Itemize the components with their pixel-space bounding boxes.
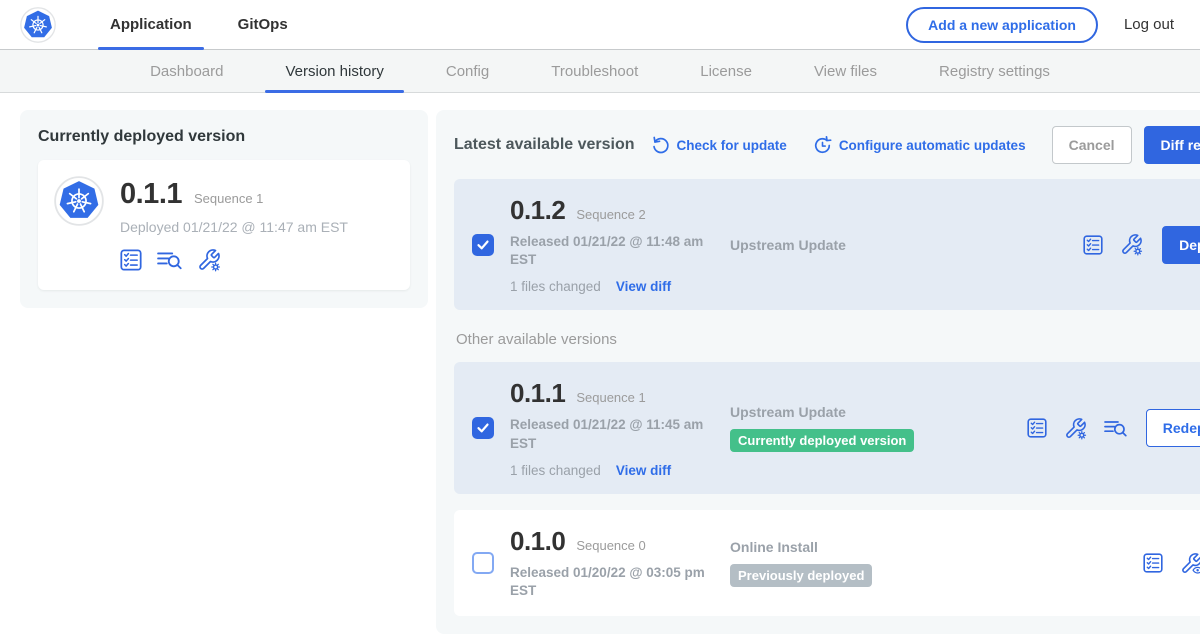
view-diff-link[interactable]: View diff bbox=[616, 279, 671, 294]
tab-troubleshoot[interactable]: Troubleshoot bbox=[531, 50, 658, 92]
deployed-version-card: 0.1.1 Sequence 1 Deployed 01/21/22 @ 11:… bbox=[38, 160, 410, 290]
diff-releases-button[interactable]: Diff releases bbox=[1144, 126, 1200, 164]
app-sub-nav: Dashboard Version history Config Trouble… bbox=[0, 50, 1200, 93]
view-diff-link[interactable]: View diff bbox=[616, 463, 671, 478]
check-for-update-link[interactable]: Check for update bbox=[651, 136, 787, 155]
deploy-logs-icon[interactable] bbox=[1104, 418, 1127, 438]
version-checkbox[interactable] bbox=[472, 417, 494, 439]
edit-config-icon[interactable] bbox=[1064, 417, 1087, 440]
kubernetes-logo-icon bbox=[20, 7, 56, 43]
version-row-0-1-2: 0.1.2 Sequence 2 Released 01/21/22 @ 11:… bbox=[454, 179, 1200, 310]
currently-deployed-panel: Currently deployed version 0.1.1 Sequenc… bbox=[20, 110, 428, 308]
released-timestamp: Released 01/20/22 @ 03:05 pm EST bbox=[510, 564, 708, 600]
tab-gitops[interactable]: GitOps bbox=[226, 0, 300, 49]
kubernetes-app-icon bbox=[54, 176, 104, 272]
version-source-label: Upstream Update bbox=[730, 404, 1015, 420]
sequence-label: Sequence 0 bbox=[576, 538, 645, 553]
released-timestamp: Released 01/21/22 @ 11:48 am EST bbox=[510, 233, 708, 269]
tab-gitops-label: GitOps bbox=[238, 16, 288, 33]
tab-application[interactable]: Application bbox=[98, 0, 204, 49]
configure-automatic-updates-link[interactable]: Configure automatic updates bbox=[813, 136, 1026, 155]
tab-version-history[interactable]: Version history bbox=[265, 50, 403, 92]
tab-license[interactable]: License bbox=[680, 50, 772, 92]
edit-config-icon[interactable] bbox=[1120, 233, 1143, 256]
files-changed-label: 1 files changed bbox=[510, 463, 601, 478]
version-number: 0.1.1 bbox=[510, 378, 565, 409]
preflight-checks-icon[interactable] bbox=[1027, 418, 1047, 438]
latest-version-header: Latest available version Check for updat… bbox=[454, 126, 1200, 164]
add-new-application-button[interactable]: Add a new application bbox=[906, 7, 1098, 43]
other-versions-title: Other available versions bbox=[456, 331, 1200, 348]
deploy-button[interactable]: Deploy bbox=[1162, 226, 1200, 264]
deployed-sequence-label: Sequence 1 bbox=[194, 191, 263, 206]
deployed-version-number: 0.1.1 bbox=[120, 178, 182, 211]
view-config-icon[interactable] bbox=[1180, 552, 1200, 575]
preflight-checks-icon[interactable] bbox=[1143, 553, 1163, 573]
sequence-label: Sequence 2 bbox=[576, 207, 645, 222]
tab-application-label: Application bbox=[110, 16, 192, 33]
currently-deployed-badge: Currently deployed version bbox=[730, 429, 914, 452]
version-source-label: Online Install bbox=[730, 539, 1131, 555]
refresh-icon bbox=[651, 136, 670, 155]
released-timestamp: Released 01/21/22 @ 11:45 am EST bbox=[510, 416, 708, 452]
version-number: 0.1.0 bbox=[510, 526, 565, 557]
tab-view-files[interactable]: View files bbox=[794, 50, 897, 92]
redeploy-button[interactable]: Redeploy bbox=[1146, 409, 1200, 447]
version-checkbox[interactable] bbox=[472, 234, 494, 256]
version-checkbox[interactable] bbox=[472, 552, 494, 574]
version-row-0-1-1: 0.1.1 Sequence 1 Released 01/21/22 @ 11:… bbox=[454, 362, 1200, 493]
preflight-checks-icon[interactable] bbox=[120, 249, 142, 271]
logout-link[interactable]: Log out bbox=[1124, 16, 1174, 33]
tab-registry-settings[interactable]: Registry settings bbox=[919, 50, 1070, 92]
files-changed-label: 1 files changed bbox=[510, 279, 601, 294]
version-history-panel: Latest available version Check for updat… bbox=[436, 110, 1200, 634]
previously-deployed-badge: Previously deployed bbox=[730, 564, 872, 587]
clock-update-icon bbox=[813, 136, 832, 155]
version-number: 0.1.2 bbox=[510, 195, 565, 226]
top-nav: Application GitOps Add a new application… bbox=[0, 0, 1200, 50]
preflight-checks-icon[interactable] bbox=[1083, 235, 1103, 255]
deploy-logs-icon[interactable] bbox=[157, 249, 182, 271]
tab-dashboard[interactable]: Dashboard bbox=[130, 50, 243, 92]
main-content: Currently deployed version 0.1.1 Sequenc… bbox=[0, 93, 1200, 634]
version-source-label: Upstream Update bbox=[730, 237, 1071, 253]
version-row-0-1-0: 0.1.0 Sequence 0 Released 01/20/22 @ 03:… bbox=[454, 510, 1200, 616]
currently-deployed-title: Currently deployed version bbox=[38, 128, 410, 146]
deployed-timestamp: Deployed 01/21/22 @ 11:47 am EST bbox=[120, 219, 348, 235]
latest-available-title: Latest available version bbox=[454, 136, 635, 154]
sequence-label: Sequence 1 bbox=[576, 390, 645, 405]
cancel-button[interactable]: Cancel bbox=[1052, 126, 1132, 164]
edit-config-icon[interactable] bbox=[197, 248, 221, 272]
tab-config[interactable]: Config bbox=[426, 50, 509, 92]
